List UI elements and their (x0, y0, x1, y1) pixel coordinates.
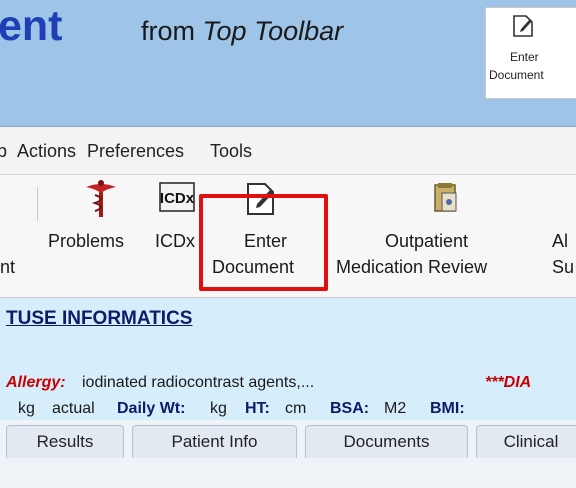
enter-document-button-inset[interactable]: Enter Document (485, 7, 576, 99)
toolbar-icdx-label[interactable]: ICDx (155, 231, 195, 252)
menu-item-preferences[interactable]: Preferences (87, 141, 184, 162)
toolbar-item-partial-right-line2[interactable]: Su (552, 257, 574, 278)
weight-type: actual (52, 400, 95, 417)
patient-header: TUSE INFORMATICS Allergy: iodinated radi… (0, 298, 576, 420)
toolbar-outpatient-label-line1[interactable]: Outpatient (385, 231, 468, 252)
diagnosis-flag: ***DIA (485, 374, 532, 391)
title-keyword: ent (0, 2, 63, 50)
tab-patient-info[interactable]: Patient Info (132, 425, 297, 458)
title-from-word: from (141, 16, 195, 46)
toolbar-item-partial-right-line1[interactable]: Al (552, 231, 568, 252)
top-toolbar: l nt Problems ICDx ICDx Enter Document (0, 175, 576, 298)
chart-tabs: Results Patient Info Documents Clinical (0, 420, 576, 488)
tab-clinical[interactable]: Clinical (476, 425, 576, 458)
medication-review-icon (434, 183, 457, 212)
toolbar-separator (37, 187, 38, 221)
allergy-label: Allergy: (6, 374, 66, 391)
svg-text:ICDx: ICDx (160, 190, 195, 207)
daily-weight-label: Daily Wt: (117, 400, 186, 417)
menu-bar: p Actions Preferences Tools (0, 127, 576, 175)
bsa-label: BSA: (330, 400, 370, 417)
patient-name[interactable]: TUSE INFORMATICS (6, 308, 192, 330)
height-label: HT: (245, 400, 270, 417)
toolbar-item-partial-left-line1[interactable]: l (0, 231, 1, 252)
enter-document-label-line2: Document (489, 68, 544, 82)
toolbar-outpatient-label-line2[interactable]: Medication Review (336, 257, 487, 278)
title-subtitle: from Top Toolbar (141, 16, 343, 47)
allergy-value[interactable]: iodinated radiocontrast agents,... (82, 374, 314, 392)
weight-unit: kg (18, 400, 35, 417)
slide-title: ent from Top Toolbar (0, 0, 480, 86)
enter-document-highlight-box (199, 194, 328, 291)
enter-document-icon (513, 15, 533, 37)
bmi-label: BMI: (430, 400, 465, 417)
caduceus-icon (86, 180, 116, 217)
daily-weight-unit: kg (210, 400, 227, 417)
toolbar-item-partial-left-line2[interactable]: nt (0, 257, 15, 278)
bsa-unit: M2 (384, 400, 407, 417)
menu-item-actions[interactable]: Actions (17, 141, 76, 162)
menu-item-help[interactable]: p (0, 141, 7, 162)
title-toolbar-name: Top Toolbar (202, 16, 344, 46)
toolbar-problems-label[interactable]: Problems (48, 231, 124, 252)
height-unit: cm (285, 400, 307, 417)
tab-documents[interactable]: Documents (305, 425, 468, 458)
app-window: p Actions Preferences Tools l nt Problem… (0, 126, 576, 488)
enter-document-label-line1: Enter (510, 50, 539, 64)
icdx-icon: ICDx (159, 182, 195, 212)
tab-results[interactable]: Results (6, 425, 124, 458)
menu-item-tools[interactable]: Tools (210, 141, 252, 162)
